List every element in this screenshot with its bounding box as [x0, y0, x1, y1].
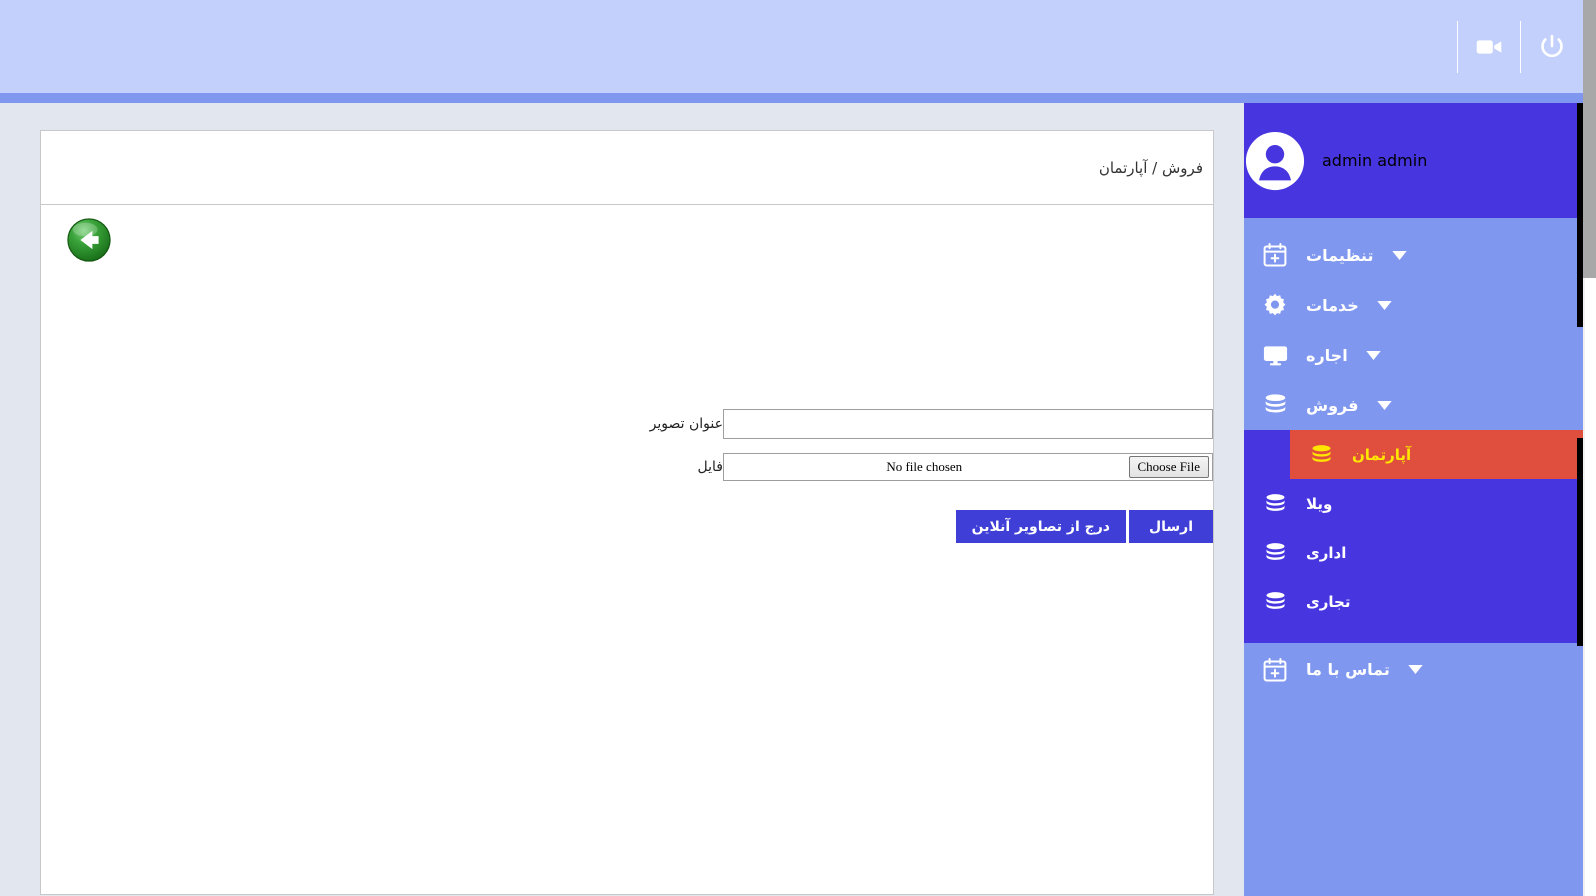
- video-camera-icon[interactable]: [1458, 0, 1520, 93]
- sidebar-item-label: تنظیمات: [1306, 245, 1374, 265]
- power-icon[interactable]: [1521, 0, 1583, 93]
- page-body: admin admin تنظیمات خدمات اجاره فروش آپا…: [0, 103, 1583, 896]
- top-toolbar: [0, 0, 1583, 93]
- form-row-file: فایل No file chosen Choose File: [41, 453, 1213, 481]
- sidebar-subitem-label: اداری: [1306, 543, 1347, 562]
- image-title-field-wrap: [723, 409, 1213, 439]
- form-button-row: ارسال درج از تصاویر آنلاین: [723, 510, 1213, 543]
- breadcrumb-card: فروش / آپارتمان: [40, 130, 1214, 205]
- calendar-plus-icon: [1244, 242, 1306, 268]
- toolbar-divider-1: [1520, 20, 1521, 73]
- sidebar-item-label: اجاره: [1306, 345, 1348, 365]
- breadcrumb: فروش / آپارتمان: [1098, 158, 1203, 177]
- file-input[interactable]: No file chosen Choose File: [723, 453, 1213, 481]
- sidebar-subitem-label: تجاری: [1306, 592, 1351, 611]
- form-row-actions: ارسال درج از تصاویر آنلاین: [41, 495, 1213, 543]
- submit-button[interactable]: ارسال: [1128, 510, 1213, 543]
- sidebar-item-settings[interactable]: تنظیمات: [1244, 230, 1583, 280]
- actions-wrap: ارسال درج از تصاویر آنلاین: [723, 495, 1213, 543]
- sidebar-item-contact-us[interactable]: تماس با ما: [1244, 643, 1583, 696]
- sidebar-item-villa[interactable]: ویلا: [1244, 479, 1583, 528]
- database-icon: [1244, 392, 1306, 418]
- sidebar-item-label: تماس با ما: [1306, 660, 1390, 679]
- upload-form: عنوان تصویر فایل No file chosen Choose F…: [41, 409, 1213, 557]
- sidebar-submenu-sale: آپارتمان ویلا اداری تجاری: [1244, 430, 1583, 643]
- database-icon: [1244, 590, 1306, 614]
- form-card: عنوان تصویر فایل No file chosen Choose F…: [40, 205, 1214, 895]
- toolbar-divider-2: [1457, 20, 1458, 73]
- sidebar-item-label: خدمات: [1306, 295, 1359, 315]
- sidebar-subitem-label: آپارتمان: [1352, 445, 1412, 464]
- main-content: فروش / آپارتمان عنوان تصویر فایل No file…: [40, 130, 1214, 896]
- database-icon: [1244, 492, 1306, 516]
- form-row-image-title: عنوان تصویر: [41, 409, 1213, 439]
- file-status-text: No file chosen: [886, 459, 963, 474]
- file-field-wrap: No file chosen Choose File: [723, 453, 1213, 481]
- actions-label-spacer: [592, 511, 723, 527]
- sidebar-item-services[interactable]: خدمات: [1244, 280, 1583, 330]
- monitor-icon: [1244, 342, 1306, 368]
- sidebar-username: admin admin: [1322, 151, 1428, 170]
- page-scrollbar[interactable]: [1583, 0, 1596, 896]
- database-icon: [1290, 443, 1352, 467]
- sidebar-item-apartment[interactable]: آپارتمان: [1290, 430, 1583, 479]
- chevron-down-icon: [1358, 400, 1410, 410]
- chevron-down-icon: [1390, 665, 1442, 674]
- image-title-input[interactable]: [723, 409, 1213, 439]
- toolbar-underline: [0, 93, 1583, 103]
- chevron-down-icon: [1359, 300, 1411, 310]
- sidebar-item-commercial[interactable]: تجاری: [1244, 577, 1583, 626]
- sidebar-item-label: فروش: [1306, 395, 1359, 415]
- sidebar-user-header[interactable]: admin admin: [1244, 103, 1583, 218]
- sidebar-item-office[interactable]: اداری: [1244, 528, 1583, 577]
- back-arrow-button[interactable]: [66, 217, 112, 263]
- insert-online-images-button[interactable]: درج از تصاویر آنلاین: [955, 510, 1126, 543]
- user-avatar-icon: [1244, 130, 1306, 192]
- sidebar-menu-group-top: تنظیمات خدمات اجاره فروش: [1244, 230, 1583, 430]
- image-title-label: عنوان تصویر: [649, 416, 723, 432]
- calendar-plus-icon: [1244, 657, 1306, 683]
- chevron-down-icon: [1348, 350, 1400, 360]
- submenu-spacer: [1244, 626, 1583, 643]
- sidebar-item-rent[interactable]: اجاره: [1244, 330, 1583, 380]
- database-icon: [1244, 541, 1306, 565]
- choose-file-button[interactable]: Choose File: [1128, 456, 1209, 478]
- sidebar-subitem-label: ویلا: [1306, 494, 1333, 513]
- app-screen: admin admin تنظیمات خدمات اجاره فروش آپا…: [0, 0, 1596, 896]
- scrollbar-thumb[interactable]: [1583, 0, 1596, 278]
- chevron-down-icon: [1373, 250, 1425, 260]
- gear-icon: [1244, 292, 1306, 318]
- sidebar-menu-group-bottom: تماس با ما: [1244, 643, 1583, 696]
- file-label: فایل: [697, 459, 723, 475]
- sidebar-item-sale[interactable]: فروش: [1244, 380, 1583, 430]
- sidebar: admin admin تنظیمات خدمات اجاره فروش آپا…: [1244, 103, 1583, 896]
